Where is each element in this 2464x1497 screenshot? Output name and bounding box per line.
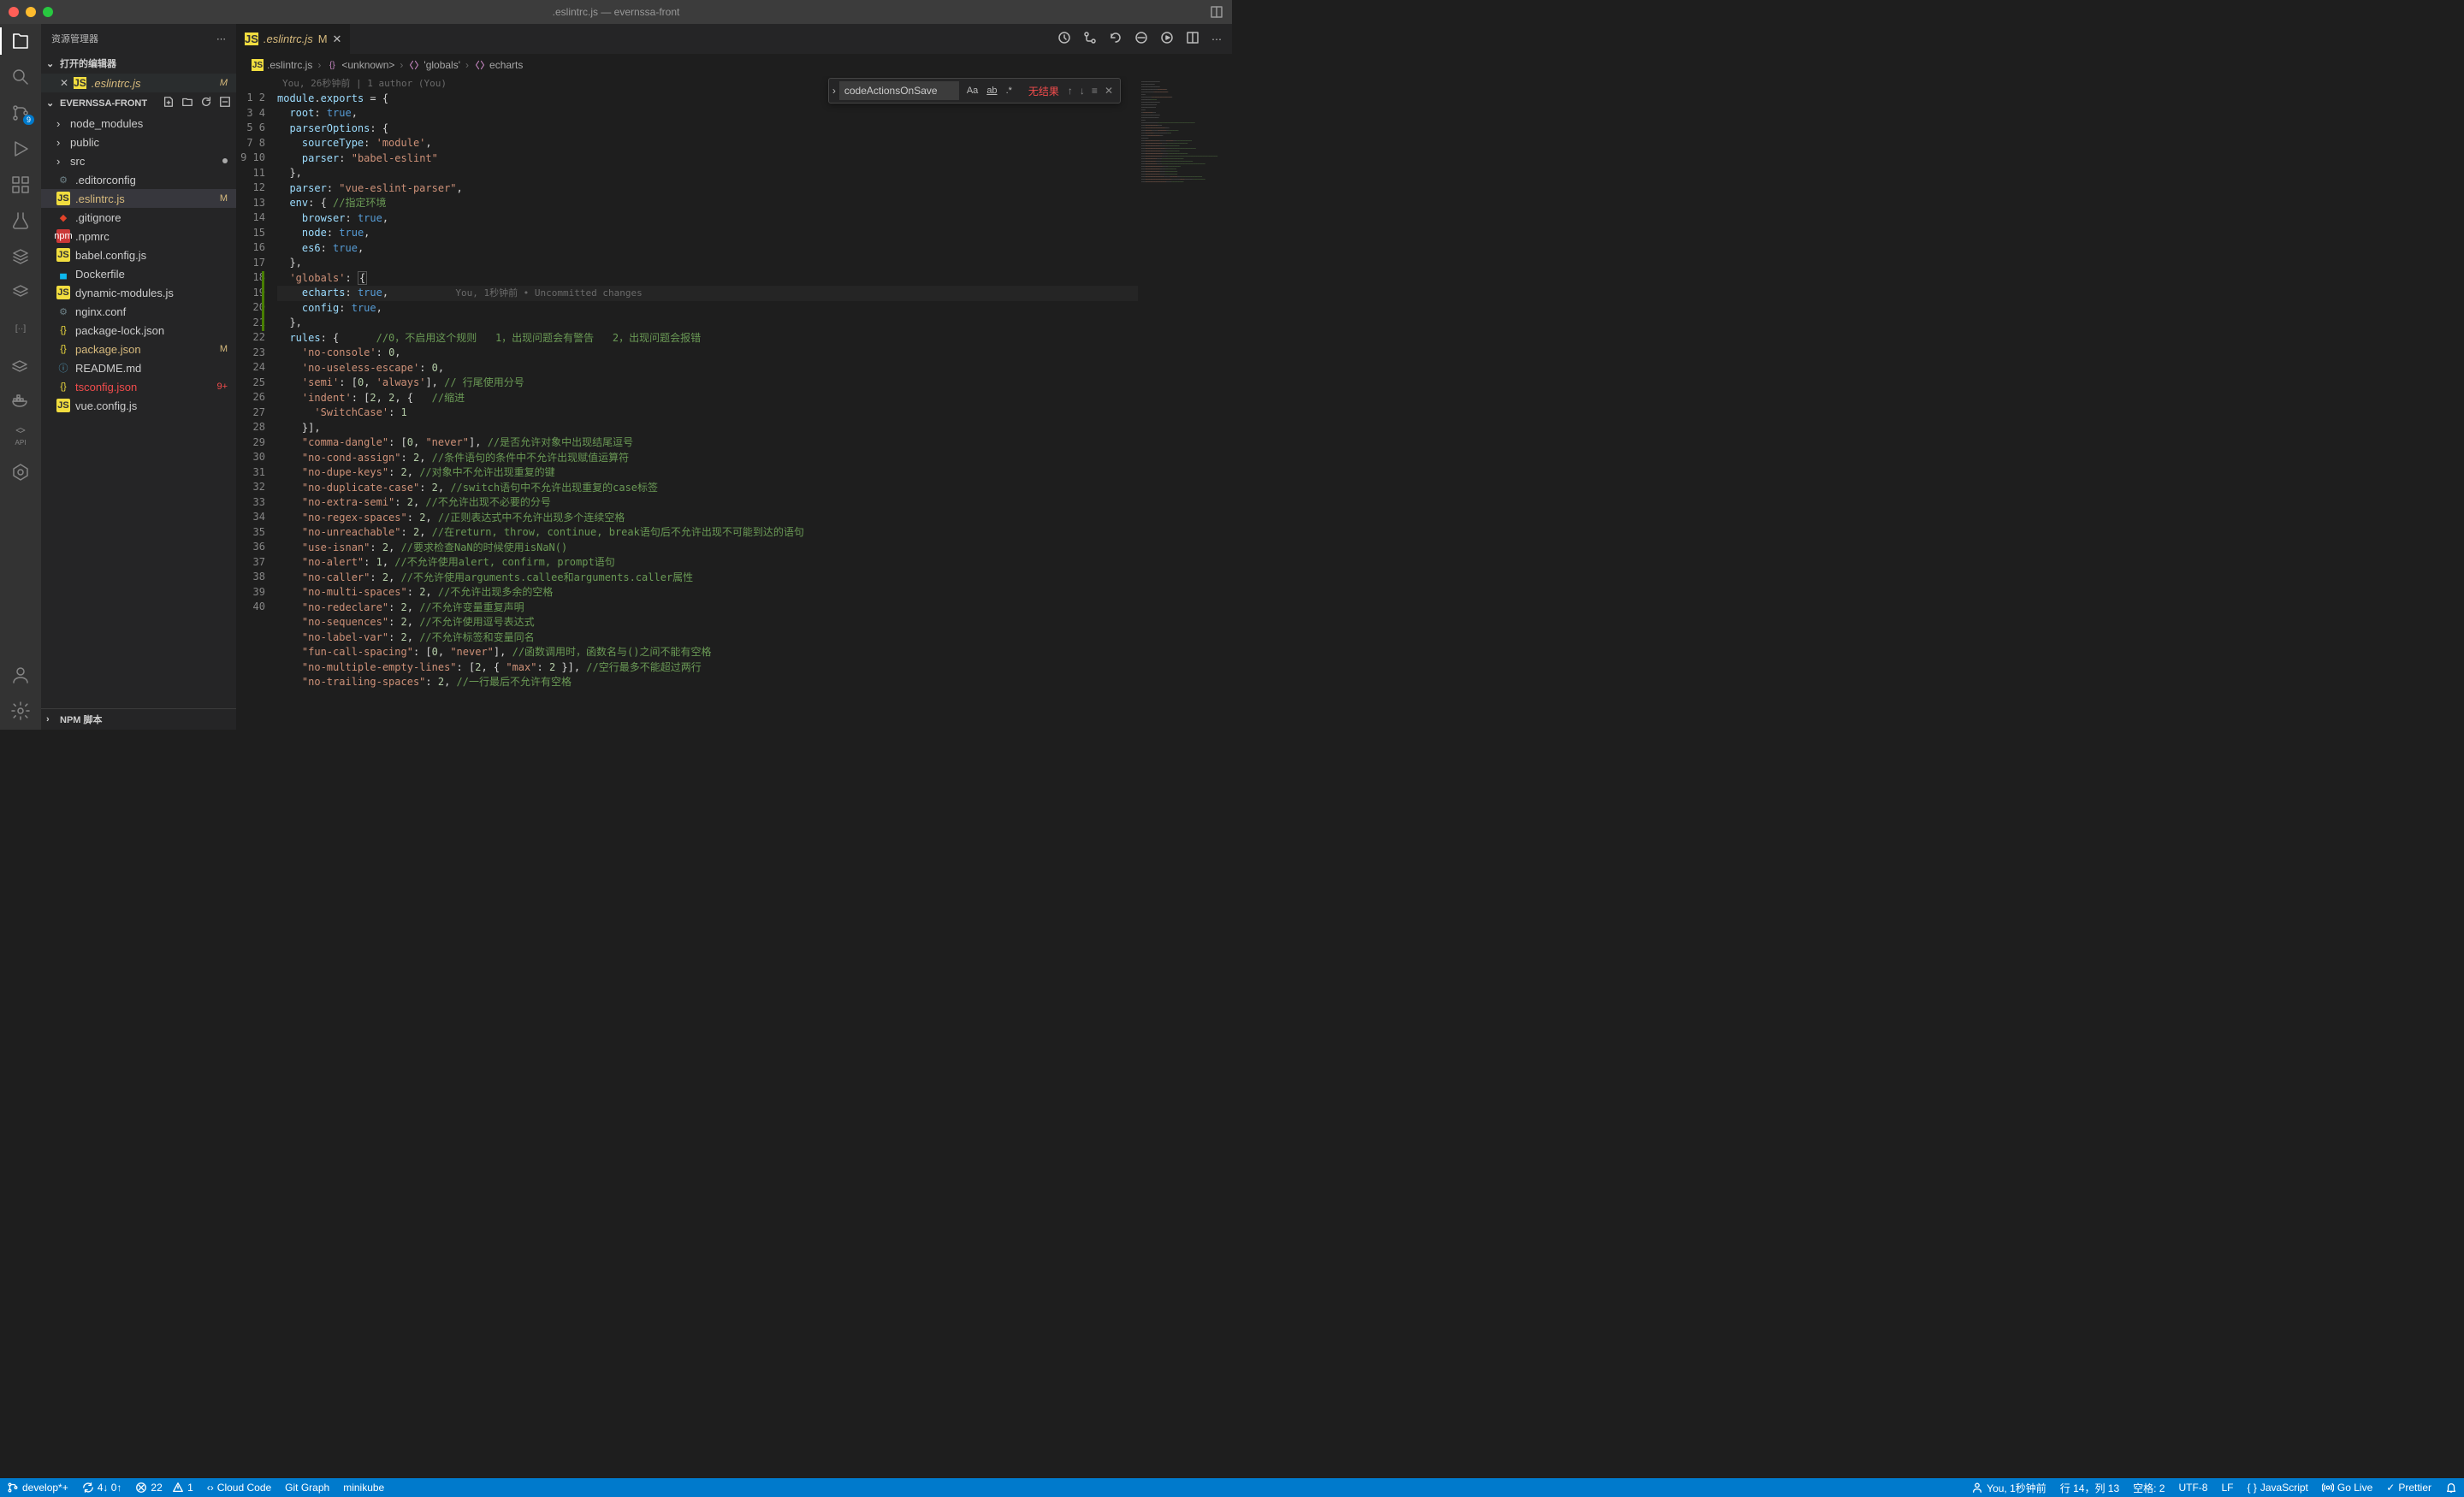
- file-Dockerfile[interactable]: ▄Dockerfile: [41, 264, 236, 283]
- scm-icon[interactable]: 9: [10, 103, 31, 123]
- find-in-selection-icon[interactable]: ≡: [1092, 85, 1098, 97]
- file-tree: ›node_modules›public›src⚙.editorconfigJS…: [41, 114, 236, 415]
- close-icon[interactable]: ✕: [333, 33, 342, 46]
- file-.gitignore[interactable]: ◆.gitignore: [41, 208, 236, 227]
- file-node_modules[interactable]: ›node_modules: [41, 114, 236, 133]
- file-README.md[interactable]: ⓘREADME.md: [41, 358, 236, 377]
- spaces-item[interactable]: 空格: 2: [2126, 1478, 2171, 1497]
- prev-match-icon[interactable]: ↑: [1068, 85, 1073, 97]
- window-title: .eslintrc.js — evernssa-front: [553, 6, 680, 18]
- breadcrumb[interactable]: JS.eslintrc.js › {}<unknown> › 'globals'…: [236, 54, 1232, 76]
- status-bar: develop*+ 4↓ 0↑ 22 1 ‹› Cloud Code Git G…: [0, 1478, 2464, 1497]
- line-gutter[interactable]: 1 2 3 4 5 6 7 8 9 10 11 12 13 14 15 16 1…: [236, 76, 277, 730]
- js-icon: JS: [245, 33, 258, 45]
- whole-word-icon[interactable]: ab: [984, 84, 999, 98]
- file-nginx.conf[interactable]: ⚙nginx.conf: [41, 302, 236, 321]
- eol-item[interactable]: LF: [2214, 1478, 2240, 1497]
- encoding-item[interactable]: UTF-8: [2171, 1478, 2214, 1497]
- editor-group: JS .eslintrc.js M ✕ ⋯ JS.eslintrc.js › {…: [236, 24, 1232, 730]
- max-window[interactable]: [43, 7, 53, 17]
- activity-bar: 9 [··] API: [0, 24, 41, 730]
- next-match-icon[interactable]: ↓: [1080, 85, 1085, 97]
- minikube-item[interactable]: minikube: [336, 1478, 391, 1497]
- explorer-icon[interactable]: [10, 31, 31, 51]
- file-public[interactable]: ›public: [41, 133, 236, 151]
- search-icon[interactable]: [10, 67, 31, 87]
- close-find-icon[interactable]: ✕: [1105, 85, 1113, 97]
- minimap[interactable]: ▬▬▬▬▬▬▬▬▬▬▬▬▬▬▬▬▬▬▬▬▬▬▬▬▬▬▬▬▬▬▬▬▬▬▬▬▬▬▬▬…: [1138, 76, 1232, 730]
- file-.eslintrc.js[interactable]: JS.eslintrc.jsM: [41, 189, 236, 208]
- refresh-icon[interactable]: [200, 96, 212, 110]
- file-src[interactable]: ›src: [41, 151, 236, 170]
- sidebar: 资源管理器 ⋯ ⌄打开的编辑器 ✕ JS .eslintrc.js M ⌄EVE…: [41, 24, 236, 730]
- diff-icon[interactable]: [1134, 31, 1148, 47]
- account-icon[interactable]: [10, 665, 31, 685]
- new-folder-icon[interactable]: [181, 96, 193, 110]
- compare-icon[interactable]: [1083, 31, 1097, 47]
- prettier-item[interactable]: ✓ Prettier: [2379, 1478, 2438, 1497]
- file-.editorconfig[interactable]: ⚙.editorconfig: [41, 170, 236, 189]
- ext1-icon[interactable]: [10, 246, 31, 267]
- titlebar: .eslintrc.js — evernssa-front: [0, 0, 1232, 24]
- extensions-icon[interactable]: [10, 175, 31, 195]
- blame-item[interactable]: You, 1秒钟前: [1964, 1478, 2053, 1497]
- ext3-icon[interactable]: [10, 354, 31, 375]
- match-case-icon[interactable]: Aa: [964, 84, 980, 98]
- find-input[interactable]: [839, 81, 959, 100]
- file-tsconfig.json[interactable]: {}tsconfig.json9+: [41, 377, 236, 396]
- find-result: 无结果: [1028, 84, 1059, 98]
- git-graph-item[interactable]: Git Graph: [278, 1478, 336, 1497]
- find-widget: › Aa ab .* 无结果 ↑ ↓ ≡ ✕: [828, 78, 1121, 104]
- file-babel.config.js[interactable]: JSbabel.config.js: [41, 246, 236, 264]
- file-vue.config.js[interactable]: JSvue.config.js: [41, 396, 236, 415]
- debug-icon[interactable]: [10, 139, 31, 159]
- k8s-icon[interactable]: [10, 462, 31, 482]
- test-icon[interactable]: [10, 210, 31, 231]
- expand-find-icon[interactable]: ›: [829, 85, 839, 97]
- lang-item[interactable]: { } JavaScript: [2241, 1478, 2315, 1497]
- tab-bar: JS .eslintrc.js M ✕ ⋯: [236, 24, 1232, 54]
- project-header[interactable]: ⌄EVERNSSA-FRONT: [41, 92, 236, 114]
- file-dynamic-modules.js[interactable]: JSdynamic-modules.js: [41, 283, 236, 302]
- bracket-icon[interactable]: [··]: [10, 318, 31, 339]
- run-icon[interactable]: [1160, 31, 1174, 47]
- ext2-icon[interactable]: [10, 282, 31, 303]
- close-window[interactable]: [9, 7, 19, 17]
- problems-item[interactable]: 22 1: [128, 1478, 199, 1497]
- collapse-icon[interactable]: [219, 96, 231, 110]
- file-package.json[interactable]: {}package.jsonM: [41, 340, 236, 358]
- open-editors-header[interactable]: ⌄打开的编辑器: [41, 53, 236, 74]
- sidebar-title: 资源管理器: [51, 32, 98, 45]
- more-icon[interactable]: ⋯: [1211, 33, 1222, 45]
- more-icon[interactable]: ⋯: [216, 33, 226, 44]
- regex-icon[interactable]: .*: [1004, 84, 1015, 98]
- golive-item[interactable]: Go Live: [2315, 1478, 2379, 1497]
- cloud-code-item[interactable]: ‹› Cloud Code: [200, 1478, 278, 1497]
- split-icon[interactable]: [1186, 31, 1199, 47]
- api-icon[interactable]: API: [10, 426, 31, 447]
- cursor-item[interactable]: 行 14，列 13: [2053, 1478, 2126, 1497]
- history-icon[interactable]: [1057, 31, 1071, 47]
- branch-item[interactable]: develop*+: [0, 1478, 75, 1497]
- min-window[interactable]: [26, 7, 36, 17]
- code-area[interactable]: You, 26秒钟前 | 1 author (You)module.export…: [277, 76, 1138, 730]
- npm-scripts-header[interactable]: ›NPM 脚本: [41, 708, 236, 730]
- close-icon[interactable]: ✕: [60, 77, 68, 89]
- open-editor-item[interactable]: ✕ JS .eslintrc.js M: [41, 74, 236, 92]
- tab-eslintrc[interactable]: JS .eslintrc.js M ✕: [236, 24, 351, 54]
- new-file-icon[interactable]: [163, 96, 175, 110]
- docker-icon[interactable]: [10, 390, 31, 411]
- layout-icon[interactable]: [1210, 5, 1223, 21]
- js-icon: JS: [74, 77, 86, 89]
- gear-icon[interactable]: [10, 701, 31, 721]
- sync-item[interactable]: 4↓ 0↑: [75, 1478, 129, 1497]
- file-.npmrc[interactable]: npm.npmrc: [41, 227, 236, 246]
- bell-icon[interactable]: [2438, 1478, 2464, 1497]
- revert-icon[interactable]: [1109, 31, 1122, 47]
- file-package-lock.json[interactable]: {}package-lock.json: [41, 321, 236, 340]
